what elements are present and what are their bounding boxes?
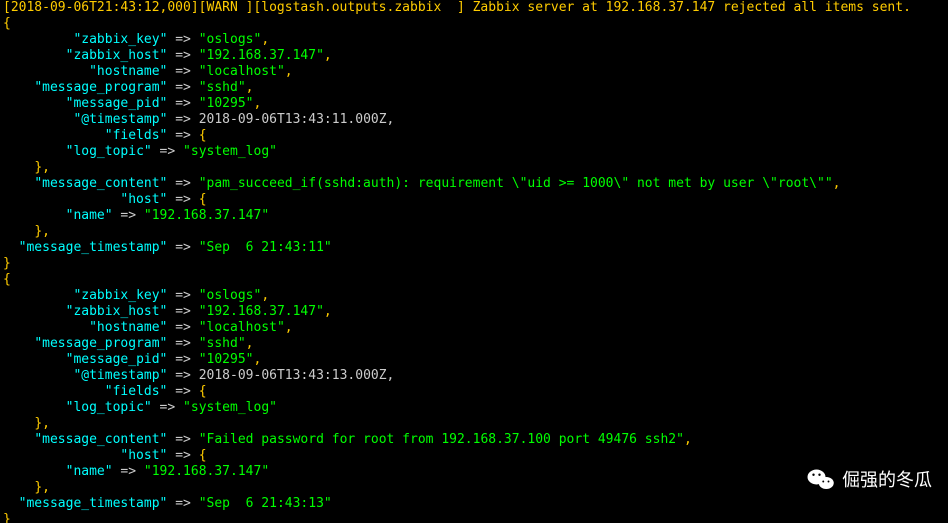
log-line-partial: [2018-09-06T21:43:12,000][WARN ][logstas… [3, 0, 919, 15]
watermark-text: 倔强的冬瓜 [842, 472, 932, 488]
wechat-icon [806, 465, 836, 495]
terminal-output: [2018-09-06T21:43:12,000][WARN ][logstas… [0, 0, 948, 523]
watermark: 倔强的冬瓜 [806, 465, 932, 495]
